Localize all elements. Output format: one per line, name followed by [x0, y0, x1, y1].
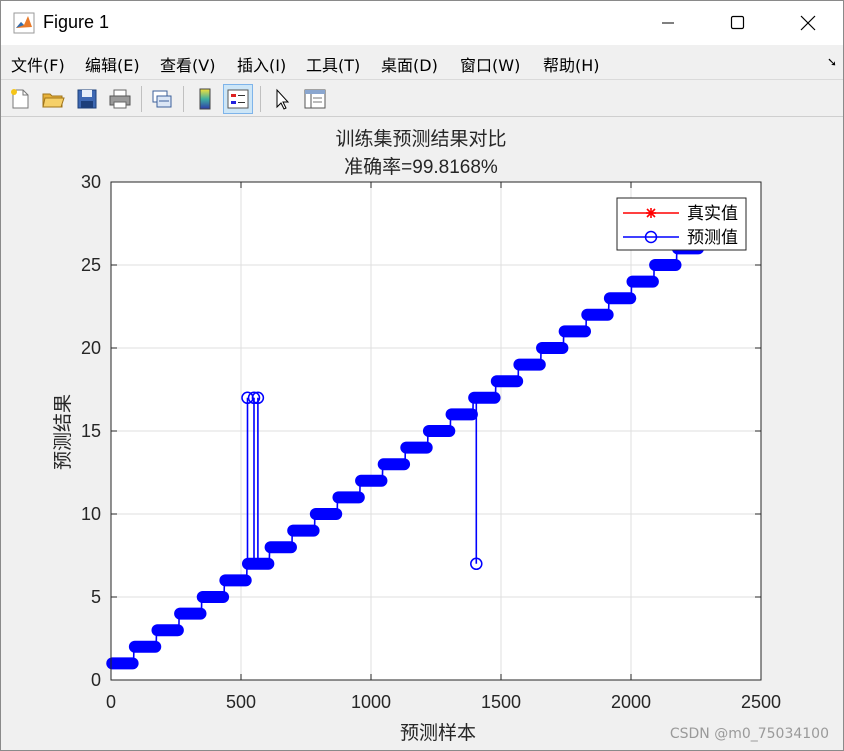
toolbar-separator	[260, 86, 261, 112]
save-icon	[77, 89, 97, 109]
close-button[interactable]	[773, 1, 843, 45]
menu-bar: 文件(F) 编辑(E) 查看(V) 插入(I) 工具(T) 桌面(D) 窗口(W…	[1, 47, 843, 79]
dock-arrow-icon[interactable]: ➘	[827, 55, 837, 69]
property-inspector-icon	[304, 89, 326, 109]
chart-title: 训练集预测结果对比	[335, 128, 506, 150]
x-tick-label: 1500	[481, 692, 521, 712]
x-tick-label: 0	[106, 692, 116, 712]
maximize-icon	[730, 15, 745, 30]
open-file-button[interactable]	[38, 84, 68, 114]
watermark: CSDN @m0_75034100	[669, 726, 829, 742]
save-button[interactable]	[72, 84, 102, 114]
x-tick-label: 500	[226, 692, 256, 712]
figure-canvas: 训练集预测结果对比 准确率=99.8168% 0 500 1000 1500 2000 2…	[3, 118, 843, 750]
menu-insert[interactable]: 插入(I)	[237, 52, 286, 76]
menu-edit[interactable]: 编辑(E)	[85, 52, 140, 76]
legend-entry-label: 预测值	[687, 228, 738, 248]
link-plot-icon	[152, 90, 172, 108]
link-plot-button[interactable]	[147, 84, 177, 114]
x-tick-label: 1000	[351, 692, 391, 712]
legend[interactable]: 真实值预测值	[616, 197, 747, 251]
minimize-button[interactable]	[633, 1, 703, 45]
toolbar-separator	[141, 86, 142, 112]
close-icon	[800, 15, 816, 31]
chart-subtitle: 准确率=99.8168%	[344, 156, 498, 178]
menu-desktop[interactable]: 桌面(D)	[381, 52, 438, 76]
colorbar-button[interactable]	[190, 84, 220, 114]
asterisk-marker-icon	[646, 208, 656, 218]
new-figure-button[interactable]	[5, 84, 35, 114]
window-title: Figure 1	[43, 12, 110, 32]
y-tick-label: 0	[91, 670, 101, 690]
y-tick-label: 10	[81, 504, 101, 524]
toolbar	[1, 79, 843, 117]
print-button[interactable]	[105, 84, 135, 114]
figure-window: Figure 1 文件(F) 编辑(E) 查看(V) 插入(I) 工具(T) 桌…	[0, 0, 844, 751]
y-tick-label: 25	[81, 255, 101, 275]
property-inspector-button[interactable]	[300, 84, 330, 114]
title-bar[interactable]: Figure 1	[1, 1, 843, 45]
toolbar-separator	[183, 86, 184, 112]
menu-file[interactable]: 文件(F)	[11, 52, 65, 76]
y-axis-label: 预测结果	[52, 394, 74, 470]
new-figure-icon	[11, 89, 29, 109]
y-tick-label: 5	[91, 587, 101, 607]
menu-view[interactable]: 查看(V)	[160, 52, 215, 76]
y-tick-label: 30	[81, 172, 101, 192]
chart[interactable]: 训练集预测结果对比 准确率=99.8168% 0 500 1000 1500 2000 2…	[3, 118, 843, 750]
menu-help[interactable]: 帮助(H)	[543, 52, 600, 76]
matlab-icon	[13, 12, 35, 34]
legend-icon	[227, 89, 249, 109]
legend-entry-label: 真实值	[687, 204, 738, 224]
colorbar-icon	[199, 88, 211, 110]
print-icon	[109, 89, 131, 109]
maximize-button[interactable]	[703, 1, 773, 45]
y-tick-label: 20	[81, 338, 101, 358]
x-tick-label: 2500	[741, 692, 781, 712]
open-file-icon	[42, 93, 65, 108]
minimize-icon	[662, 22, 674, 24]
menu-tools[interactable]: 工具(T)	[306, 52, 360, 76]
pointer-button[interactable]	[267, 84, 297, 114]
y-tick-label: 15	[81, 421, 101, 441]
x-tick-label: 2000	[611, 692, 651, 712]
menu-window[interactable]: 窗口(W)	[460, 52, 520, 76]
pointer-icon	[276, 88, 290, 110]
x-axis-label: 预测样本	[400, 722, 476, 744]
legend-button[interactable]	[223, 84, 253, 114]
